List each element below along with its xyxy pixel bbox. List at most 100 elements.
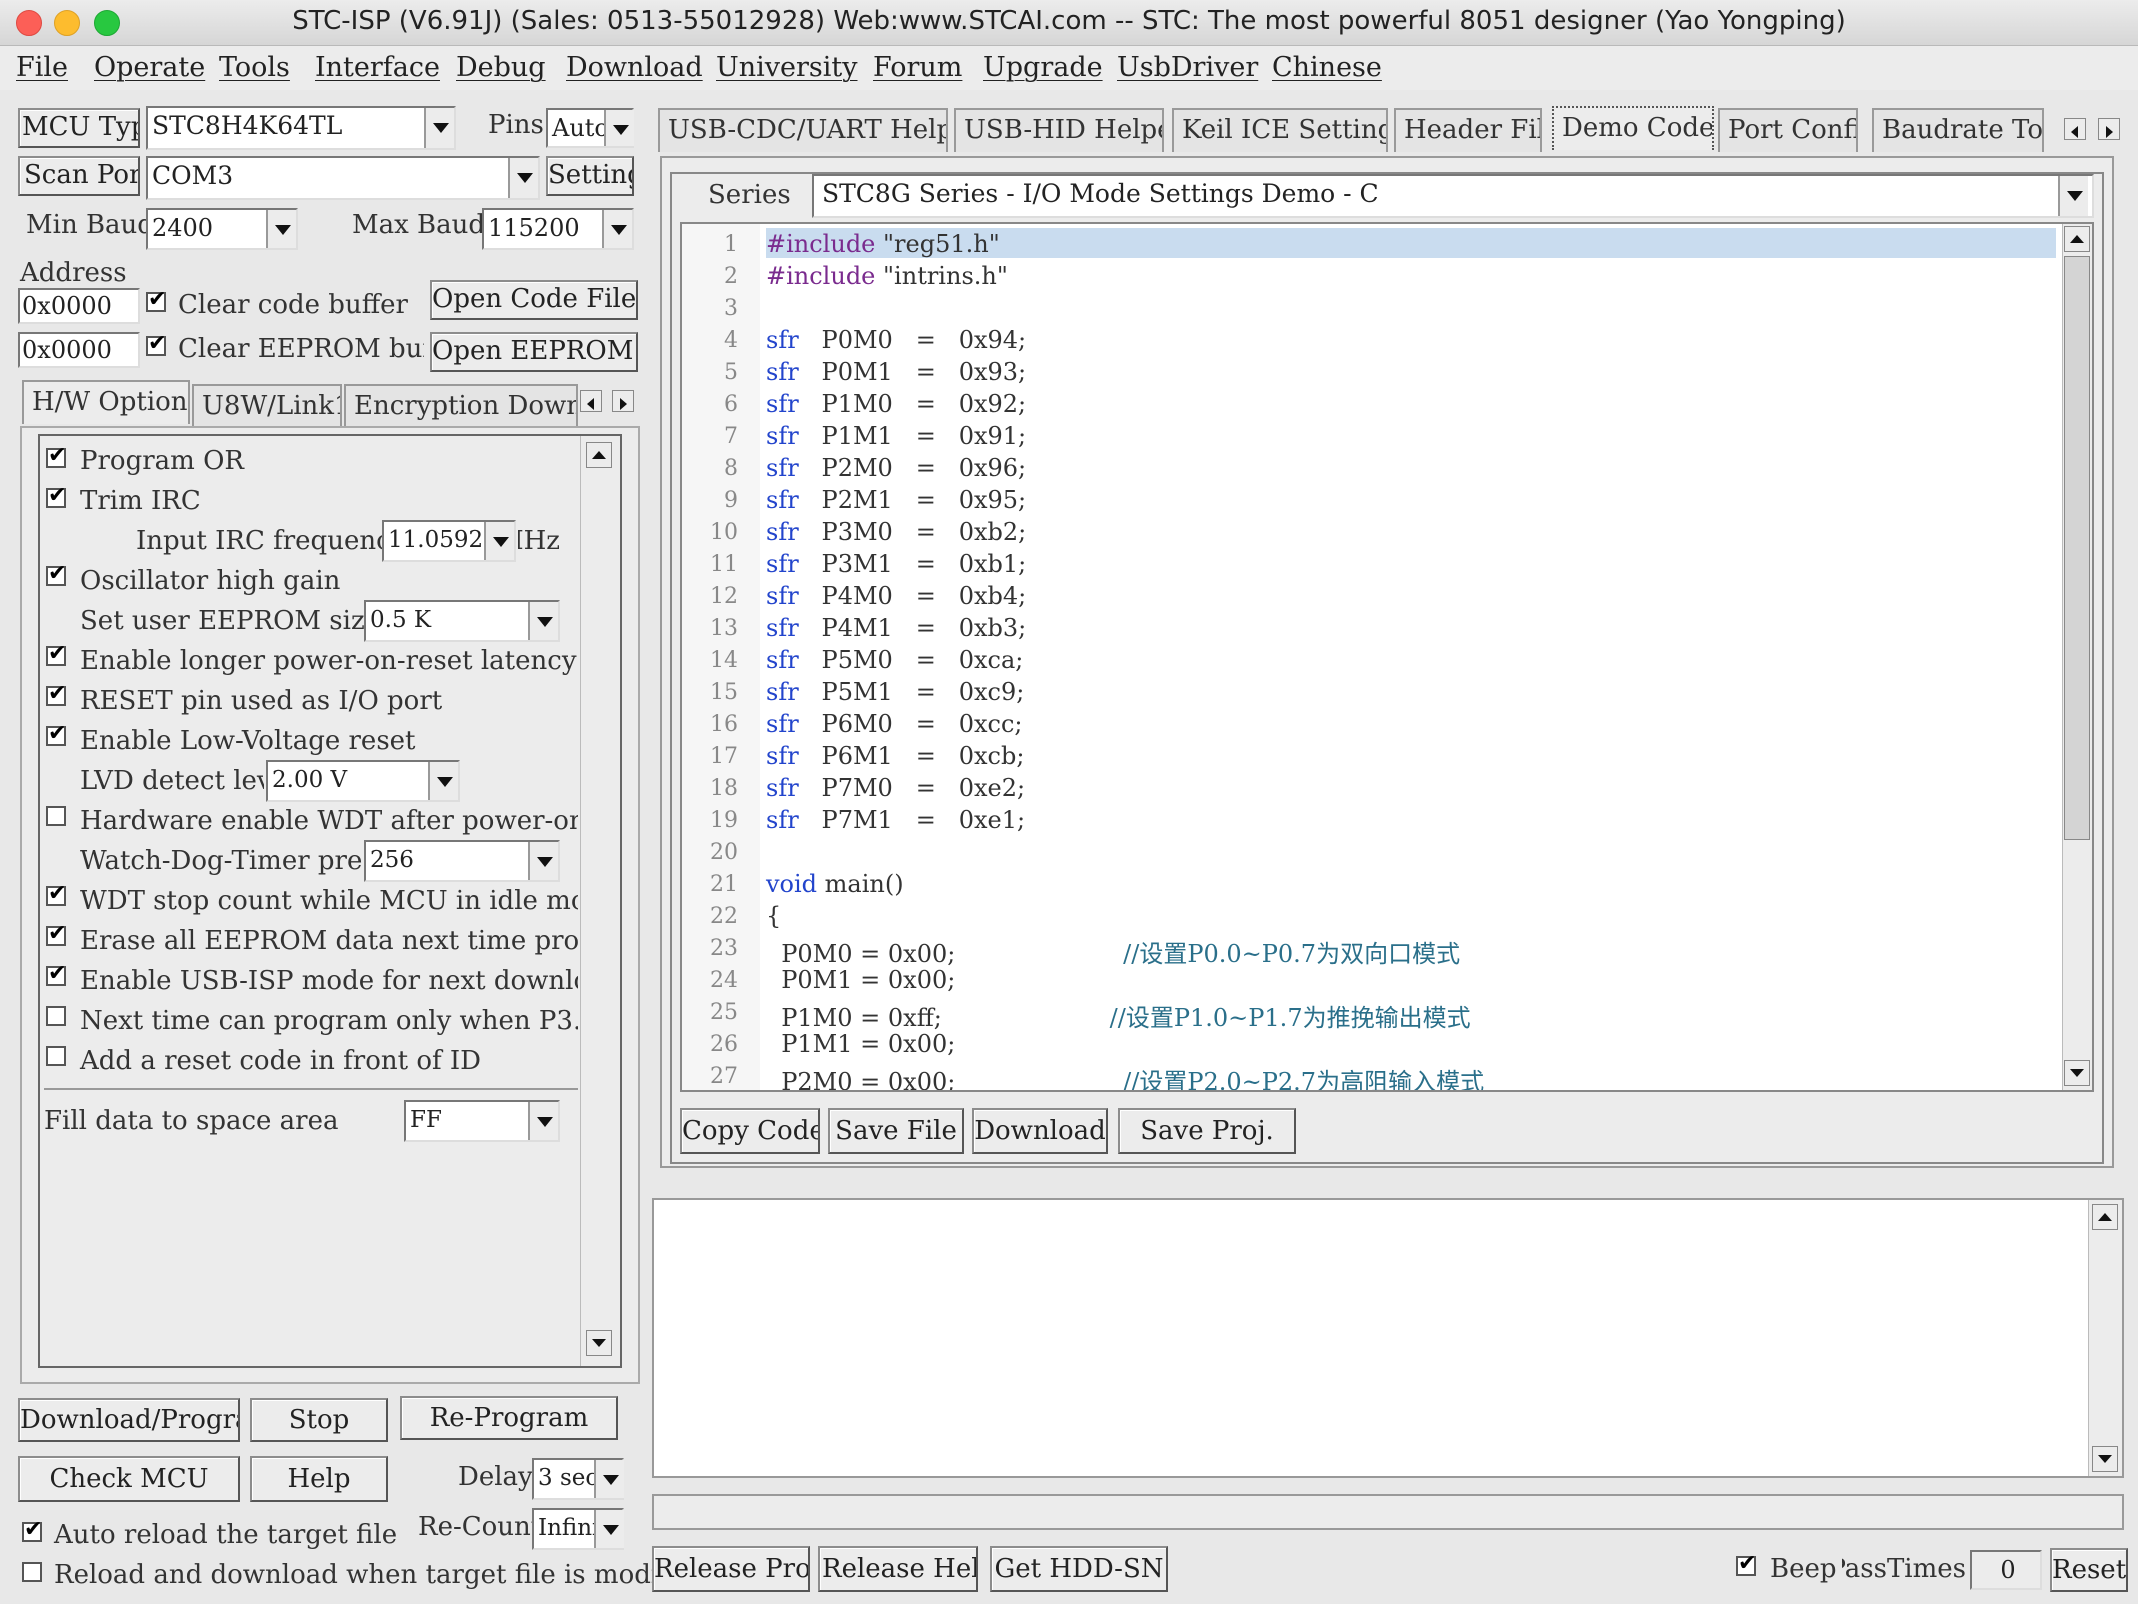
code-keyword: sfr: [766, 422, 799, 450]
code-line: 9 sfr P2M1 = 0x95;: [682, 484, 2062, 516]
re-program-button[interactable]: Re-Program: [400, 1396, 618, 1440]
options-scrollbar[interactable]: [580, 436, 620, 1366]
stop-button[interactable]: Stop: [250, 1398, 388, 1442]
menu-tools[interactable]: Tools: [219, 52, 290, 83]
help-button[interactable]: Help: [250, 1456, 388, 1502]
code-line: 18 sfr P7M0 = 0xe2;: [682, 772, 2062, 804]
open-eeprom-file-button[interactable]: Open EEPROM File: [430, 332, 638, 372]
eeprom-address-input[interactable]: 0x0000: [18, 332, 140, 368]
clear-code-checkbox[interactable]: [146, 287, 166, 312]
scan-port-button[interactable]: Scan Port: [18, 156, 140, 196]
chevron-down-icon[interactable]: [528, 1102, 558, 1140]
chevron-down-icon[interactable]: [428, 762, 458, 800]
chevron-down-icon[interactable]: [602, 210, 632, 248]
release-help-button[interactable]: Release Help: [818, 1546, 978, 1592]
tab-port-config[interactable]: Port Config: [1718, 108, 1858, 152]
code-scrollbar-thumb[interactable]: [2064, 256, 2090, 840]
menu-usbdriver[interactable]: UsbDriver: [1117, 52, 1258, 83]
reset-button[interactable]: Reset: [2050, 1548, 2128, 1592]
chevron-up-icon[interactable]: [2092, 1204, 2118, 1230]
tab-keil-ice-settings[interactable]: Keil ICE Settings: [1172, 108, 1388, 152]
min-baud-label: Min Baud: [26, 210, 154, 240]
clear-eeprom-checkbox[interactable]: [146, 331, 166, 356]
menu-chinese[interactable]: Chinese: [1272, 52, 1382, 83]
code-editor[interactable]: 1 #include "reg51.h" 2 #include "intrins.h"…: [680, 222, 2094, 1092]
auto-reload-checkbox[interactable]: [22, 1517, 42, 1542]
trim-irc-checkbox[interactable]: [46, 483, 66, 508]
menu-university[interactable]: University: [716, 52, 858, 83]
chevron-down-icon[interactable]: [2058, 176, 2088, 216]
chevron-down-icon[interactable]: [594, 1460, 624, 1498]
download-program-button[interactable]: Download/Program: [18, 1398, 240, 1442]
mcu-type-select[interactable]: STC8H4K64TL: [146, 106, 456, 150]
beep-checkbox[interactable]: [1736, 1551, 1756, 1576]
reset-io-checkbox[interactable]: [46, 681, 66, 706]
download-code-button[interactable]: Download: [972, 1108, 1108, 1154]
chevron-down-icon[interactable]: [528, 602, 558, 640]
setting-button[interactable]: Setting: [546, 156, 634, 196]
chevron-down-icon[interactable]: [586, 1330, 612, 1356]
longer-por-checkbox[interactable]: [46, 641, 66, 666]
get-hdd-sn-button[interactable]: Get HDD-SN: [990, 1546, 1168, 1592]
check-mcu-button[interactable]: Check MCU: [18, 1456, 240, 1502]
code-address-input[interactable]: 0x0000: [18, 288, 140, 324]
menu-download[interactable]: Download: [566, 52, 703, 83]
chevron-left-icon[interactable]: [580, 390, 602, 412]
erase-eeprom-checkbox[interactable]: [46, 921, 66, 946]
tab-usb-hid-helper[interactable]: USB-HID Helper: [954, 108, 1164, 152]
low-voltage-checkbox[interactable]: [46, 721, 66, 746]
code-token: P7M1 = 0xe1;: [798, 806, 1026, 834]
chevron-left-icon[interactable]: [2064, 118, 2086, 140]
menu-forum[interactable]: Forum: [873, 52, 962, 83]
output-log[interactable]: [652, 1198, 2124, 1478]
save-project-button[interactable]: Save Proj.: [1118, 1108, 1296, 1154]
tab-hw-option[interactable]: H/W Option: [22, 380, 190, 424]
code-text: sfr P0M1 = 0x93;: [766, 358, 1026, 386]
log-scrollbar[interactable]: [2088, 1200, 2122, 1476]
program-or-checkbox[interactable]: [46, 443, 66, 468]
chevron-down-icon[interactable]: [594, 1510, 624, 1548]
chevron-up-icon[interactable]: [586, 442, 612, 468]
code-line: 26 P1M1 = 0x00;: [682, 1028, 2062, 1060]
tab-demo-code[interactable]: Demo Code: [1552, 106, 1714, 150]
hw-wdt-checkbox[interactable]: [46, 806, 66, 826]
next-time-checkbox[interactable]: [46, 1006, 66, 1026]
chevron-up-icon[interactable]: [2064, 226, 2090, 252]
wdt-idle-checkbox[interactable]: [46, 881, 66, 906]
chevron-down-icon[interactable]: [2092, 1446, 2118, 1472]
chevron-down-icon[interactable]: [424, 108, 454, 148]
chevron-down-icon[interactable]: [528, 842, 558, 880]
line-number: 3: [724, 296, 738, 321]
open-code-file-button[interactable]: Open Code File: [430, 280, 638, 320]
menu-interface[interactable]: Interface: [315, 52, 440, 83]
chevron-right-icon[interactable]: [2098, 118, 2120, 140]
menu-upgrade[interactable]: Upgrade: [983, 52, 1103, 83]
menu-operate[interactable]: Operate: [94, 52, 205, 83]
chevron-right-icon[interactable]: [612, 390, 634, 412]
osc-gain-checkbox[interactable]: [46, 561, 66, 586]
reload-modified-label: Reload and download when target file is …: [54, 1560, 709, 1590]
tab-encryption-download[interactable]: Encryption Download: [344, 384, 578, 428]
release-project-button[interactable]: Release Project: [652, 1546, 810, 1592]
chevron-down-icon[interactable]: [2064, 1060, 2090, 1086]
com-port-select[interactable]: COM3: [146, 156, 540, 200]
save-file-button[interactable]: Save File: [828, 1108, 964, 1154]
reload-modified-checkbox[interactable]: [22, 1562, 42, 1582]
mcu-type-button[interactable]: MCU Type: [18, 108, 140, 148]
chevron-down-icon[interactable]: [266, 210, 296, 248]
code-text: sfr P2M1 = 0x95;: [766, 486, 1026, 514]
usb-isp-checkbox[interactable]: [46, 961, 66, 986]
copy-code-button[interactable]: Copy Code: [680, 1108, 820, 1154]
menu-debug[interactable]: Debug: [456, 52, 546, 83]
chevron-down-icon[interactable]: [508, 158, 538, 198]
chevron-down-icon[interactable]: [604, 110, 634, 146]
chevron-down-icon[interactable]: [484, 522, 514, 560]
reset-code-checkbox[interactable]: [46, 1046, 66, 1066]
tab-header-file[interactable]: Header File: [1394, 108, 1542, 152]
tab-usb-cdc-uart-helper[interactable]: USB-CDC/UART Helper: [658, 108, 948, 152]
line-number: 14: [710, 648, 738, 673]
series-select[interactable]: STC8G Series - I/O Mode Settings Demo - …: [812, 174, 2094, 218]
tab-baudrate-tool[interactable]: Baudrate Tool: [1872, 108, 2044, 152]
menu-file[interactable]: File: [16, 52, 68, 83]
tab-u8w-link1[interactable]: U8W/Link1: [192, 384, 342, 428]
